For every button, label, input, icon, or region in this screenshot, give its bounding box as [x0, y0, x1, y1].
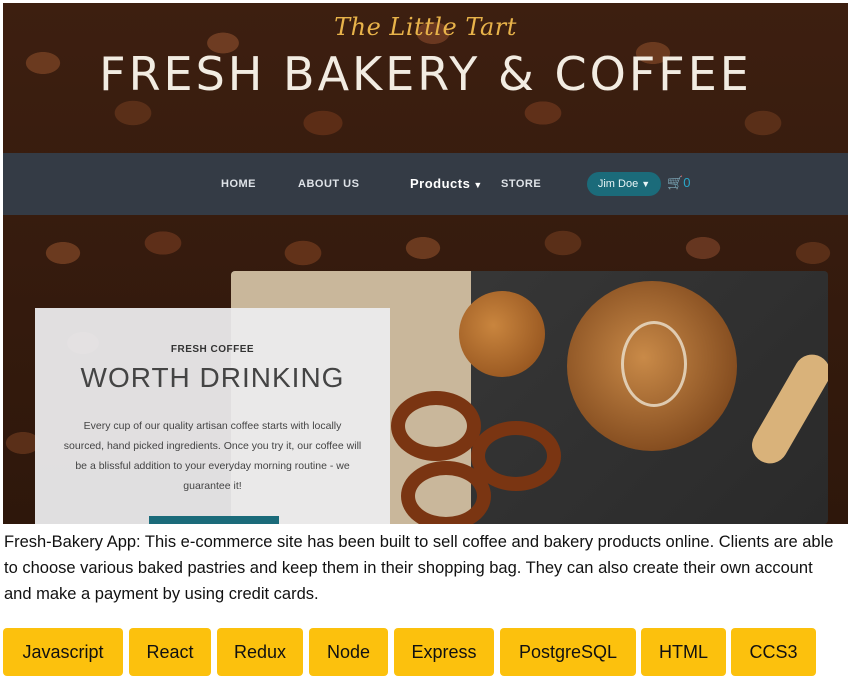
user-menu-button[interactable]: Jim Doe ▼	[587, 172, 661, 196]
brand-script-title: The Little Tart	[334, 13, 517, 41]
caret-down-icon: ▼	[641, 179, 651, 189]
card-heading: WORTH DRINKING	[80, 362, 345, 393]
project-screenshot[interactable]: The Little Tart FRESH BAKERY & COFFEE HO…	[3, 3, 848, 524]
tag-ccs3[interactable]: CCS3	[731, 628, 816, 676]
card-kicker: FRESH COFFEE	[170, 344, 255, 355]
nav-products-label: Products	[410, 176, 471, 191]
nav-products[interactable]: Products ▼	[410, 153, 483, 215]
card-button[interactable]	[149, 516, 279, 524]
tag-redux[interactable]: Redux	[217, 628, 303, 676]
photo-pretzel	[401, 461, 491, 524]
cart-count: 0	[683, 175, 691, 190]
project-description: Fresh-Bakery App: This e-commerce site h…	[4, 533, 834, 603]
photo-bun	[459, 291, 545, 377]
nav-about-us[interactable]: ABOUT US	[298, 153, 359, 215]
caret-down-icon: ▼	[473, 180, 483, 190]
tag-express[interactable]: Express	[394, 628, 494, 676]
tag-node[interactable]: Node	[309, 628, 388, 676]
tag-postgresql[interactable]: PostgreSQL	[500, 628, 636, 676]
tag-html[interactable]: HTML	[641, 628, 726, 676]
photo-bread-emblem	[621, 321, 687, 407]
shopping-cart-icon: 🛒	[667, 175, 684, 190]
photo-pretzel	[391, 391, 481, 461]
cart-button[interactable]: 🛒0	[667, 175, 690, 191]
tag-javascript[interactable]: Javascript	[3, 628, 123, 676]
brand-title: FRESH BAKERY & COFFEE	[99, 47, 752, 101]
tag-react[interactable]: React	[129, 628, 211, 676]
hero-card: FRESH COFFEE WORTH DRINKING Every cup of…	[35, 308, 390, 524]
photo-baguette	[745, 348, 828, 470]
card-text: Every cup of our quality artisan coffee …	[63, 420, 362, 492]
user-name: Jim Doe	[597, 178, 639, 190]
nav-home[interactable]: HOME	[221, 153, 256, 215]
nav-store[interactable]: STORE	[501, 153, 541, 215]
